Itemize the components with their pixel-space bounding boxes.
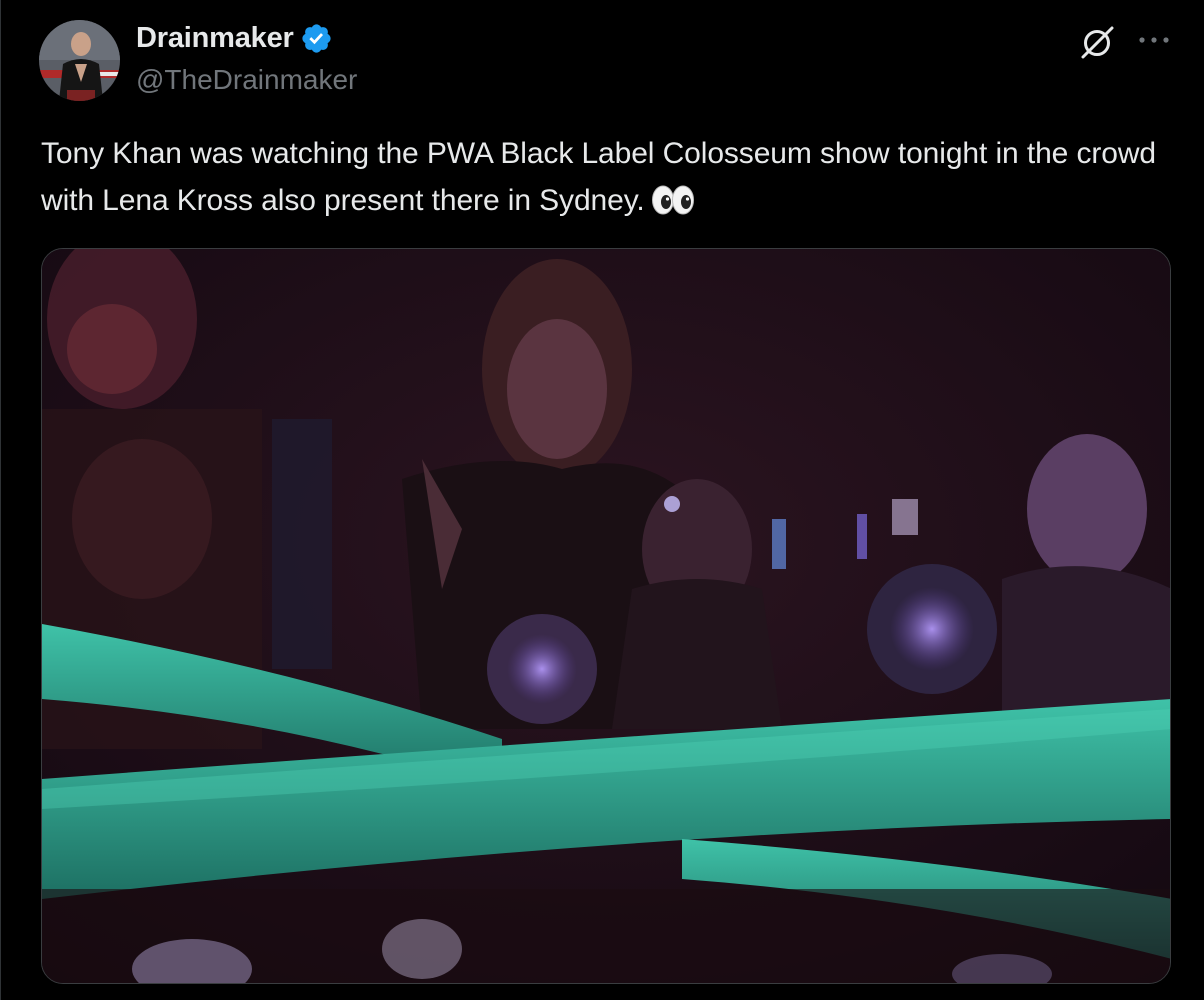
author-display-name[interactable]: Drainmaker — [136, 22, 294, 55]
avatar[interactable] — [39, 20, 120, 101]
tweet-card[interactable]: Drainmaker @TheDrainmaker Tony Khan was … — [0, 0, 1204, 1000]
verified-badge-icon — [300, 22, 333, 55]
grok-icon[interactable] — [1078, 23, 1116, 61]
tweet-text: Tony Khan was watching the PWA Black Lab… — [41, 130, 1181, 224]
tweet-body: Tony Khan was watching the PWA Black Lab… — [41, 137, 1157, 217]
tweet-media-photo[interactable] — [41, 248, 1171, 984]
author-handle[interactable]: @TheDrainmaker — [136, 64, 357, 96]
crowd-photo — [42, 249, 1170, 983]
avatar-image — [39, 20, 120, 101]
eyes-emoji-icon — [651, 183, 695, 215]
more-options-icon[interactable] — [1137, 28, 1171, 52]
